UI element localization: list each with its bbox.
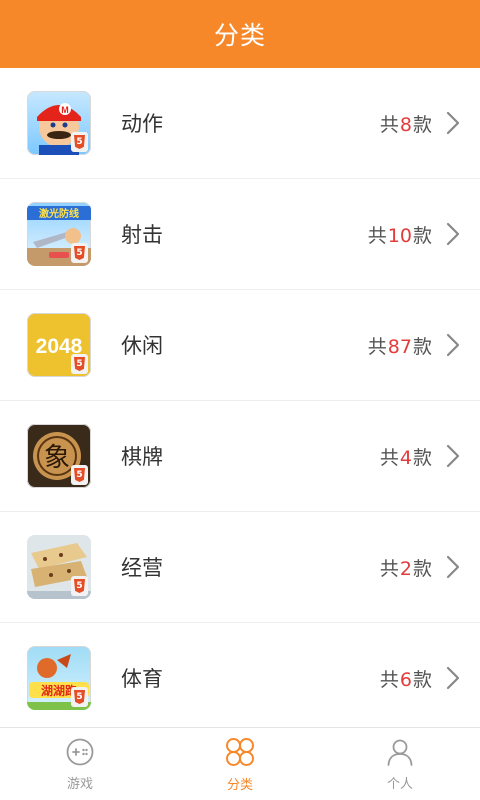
- page-title: 分类: [213, 21, 266, 50]
- category-count: 共4款: [379, 446, 432, 469]
- category-count: 共 87 款: [367, 335, 432, 358]
- category-count: 共6款: [379, 668, 432, 691]
- chevron-right-icon: [440, 554, 466, 580]
- chinese-chess-game-icon: 象 5: [27, 424, 91, 488]
- laser-defense-game-icon: 激光防线 5: [27, 202, 91, 266]
- svg-text:激光防线: 激光防线: [39, 207, 79, 220]
- chevron-right-icon: [440, 443, 466, 469]
- mario-game-icon: M 5: [27, 91, 91, 155]
- category-count: 共2款: [379, 557, 432, 580]
- chevron-right-icon: [440, 665, 466, 691]
- category-count: 共8款: [379, 113, 432, 136]
- tab-games[interactable]: 游戏: [0, 728, 160, 800]
- tab-category[interactable]: 分类: [160, 728, 320, 800]
- bottom-tab-bar: 游戏 分类 个人: [0, 727, 480, 800]
- html5-badge-icon: 5: [71, 576, 88, 596]
- category-name: 体育: [121, 667, 163, 691]
- category-name: 经营: [121, 556, 163, 580]
- chevron-right-icon: [440, 221, 466, 247]
- svg-text:M: M: [61, 105, 69, 115]
- category-row-management[interactable]: 5 经营 共2款: [0, 512, 480, 623]
- gamepad-icon: [65, 737, 95, 771]
- html5-badge-icon: 5: [71, 354, 88, 374]
- html5-badge-icon: 5: [71, 465, 88, 485]
- category-row-shooting[interactable]: 激光防线 5 射击 共 10 款: [0, 179, 480, 290]
- chevron-right-icon: [440, 110, 466, 136]
- category-row-chess-cards[interactable]: 象 5 棋牌 共4款: [0, 401, 480, 512]
- person-icon: [385, 737, 415, 771]
- tab-label: 游戏: [66, 776, 93, 792]
- category-name: 休闲: [121, 334, 163, 358]
- tab-label: 个人: [386, 776, 413, 792]
- svg-text:象: 象: [44, 443, 70, 473]
- category-row-sports[interactable]: 湖湖跑 5 体育 共6款: [0, 623, 480, 728]
- chevron-right-icon: [440, 332, 466, 358]
- category-row-action[interactable]: M 5 动作 共8款: [0, 68, 480, 179]
- html5-badge-icon: 5: [71, 687, 88, 707]
- category-name: 射击: [121, 223, 163, 247]
- food-business-game-icon: 5: [27, 535, 91, 599]
- category-clover-icon: [224, 736, 256, 772]
- category-name: 动作: [121, 112, 163, 136]
- html5-badge-icon: 5: [71, 243, 88, 263]
- html5-badge-icon: 5: [71, 132, 88, 152]
- category-row-casual[interactable]: 2048 5 休闲 共 87 款: [0, 290, 480, 401]
- header-bar: 分类: [0, 0, 480, 68]
- sports-game-icon: 湖湖跑 5: [27, 646, 91, 710]
- category-name: 棋牌: [121, 445, 163, 469]
- tab-label: 分类: [226, 777, 253, 793]
- category-list: M 5 动作 共8款 激光防线 5 射击 共 10 款 2048 5 休闲 共 …: [0, 68, 480, 728]
- tab-profile[interactable]: 个人: [320, 728, 480, 800]
- 2048-game-icon: 2048 5: [27, 313, 91, 377]
- category-count: 共 10 款: [367, 224, 432, 247]
